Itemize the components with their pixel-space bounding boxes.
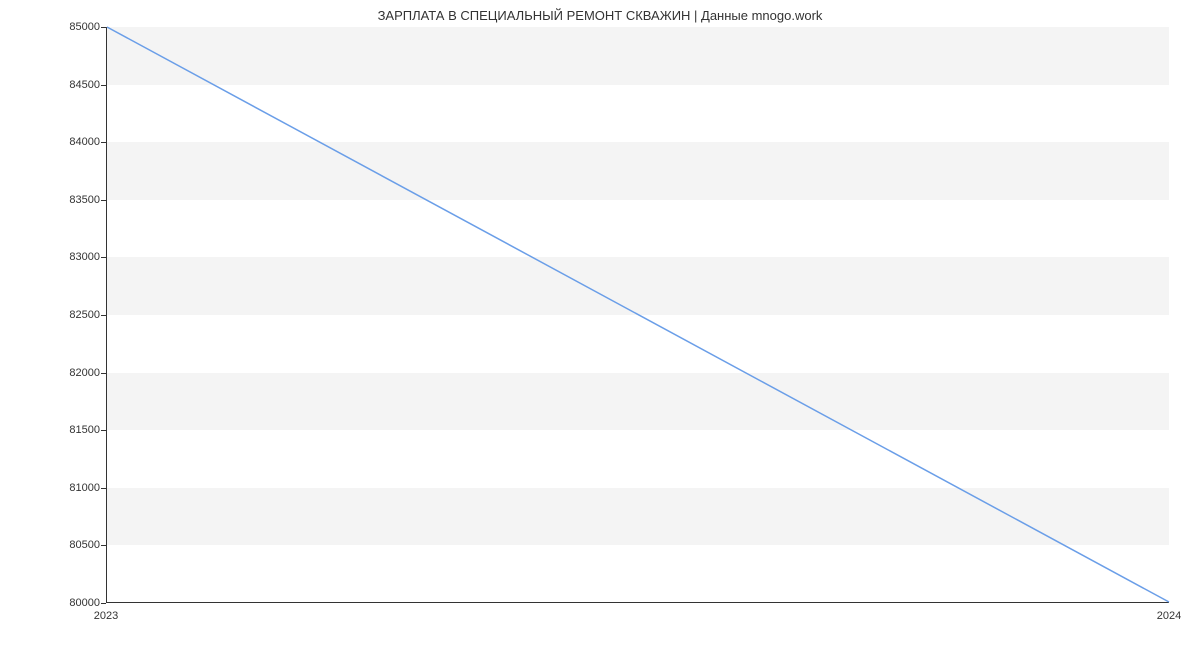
- y-tick-label: 85000: [40, 21, 100, 33]
- y-tick-label: 80500: [40, 539, 100, 551]
- y-tick-label: 84000: [40, 136, 100, 148]
- x-tick-label: 2024: [1157, 610, 1181, 622]
- y-tick-mark: [101, 142, 106, 143]
- y-tick-label: 80000: [40, 597, 100, 609]
- y-tick-mark: [101, 200, 106, 201]
- y-tick-mark: [101, 85, 106, 86]
- plot-area: [106, 27, 1169, 603]
- y-tick-mark: [101, 257, 106, 258]
- y-tick-label: 81500: [40, 424, 100, 436]
- y-tick-mark: [101, 430, 106, 431]
- y-tick-label: 82500: [40, 309, 100, 321]
- y-tick-mark: [101, 603, 106, 604]
- chart-svg: [107, 27, 1169, 602]
- chart-title: ЗАРПЛАТА В СПЕЦИАЛЬНЫЙ РЕМОНТ СКВАЖИН | …: [0, 8, 1200, 23]
- y-tick-mark: [101, 315, 106, 316]
- y-tick-mark: [101, 373, 106, 374]
- y-tick-label: 82000: [40, 367, 100, 379]
- y-tick-label: 84500: [40, 79, 100, 91]
- y-tick-mark: [101, 488, 106, 489]
- y-tick-mark: [101, 27, 106, 28]
- y-tick-mark: [101, 545, 106, 546]
- y-tick-label: 81000: [40, 482, 100, 494]
- x-tick-label: 2023: [94, 610, 118, 622]
- data-series-line: [107, 27, 1169, 602]
- y-tick-label: 83500: [40, 194, 100, 206]
- y-tick-label: 83000: [40, 251, 100, 263]
